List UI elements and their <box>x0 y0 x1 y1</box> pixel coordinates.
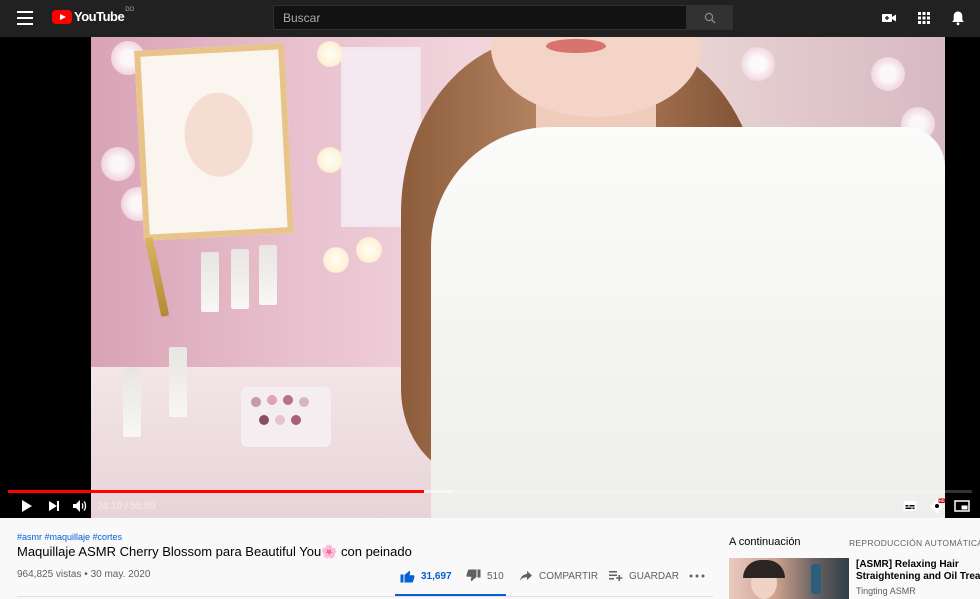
light-bulb <box>323 247 349 273</box>
eyeshadow-palette <box>241 387 331 447</box>
create-video-icon[interactable] <box>880 9 898 27</box>
poster-face <box>182 91 255 179</box>
perfume-bottle <box>231 249 249 309</box>
thumbnail-bottle <box>811 564 821 594</box>
search-input[interactable] <box>273 5 687 30</box>
share-label: COMPARTIR <box>539 570 599 582</box>
search-bar <box>273 5 733 30</box>
perfume-bottle <box>259 245 277 305</box>
recommendation-title-line: Straightening and Oil Treatment <box>856 571 980 582</box>
settings-icon[interactable]: HD <box>927 497 947 515</box>
search-button[interactable] <box>687 5 733 30</box>
thumbs-down-icon <box>466 569 481 581</box>
perfume-bottle <box>201 252 219 312</box>
divider <box>17 596 713 597</box>
meta-separator: • <box>84 569 88 580</box>
autoplay-label: REPRODUCCIÓN AUTOMÁTICA <box>849 538 980 548</box>
person-blouse <box>431 127 945 518</box>
save-label: GUARDAR <box>629 570 680 582</box>
search-icon <box>704 12 716 23</box>
menu-icon[interactable] <box>17 11 33 25</box>
subtitles-icon[interactable] <box>901 497 919 515</box>
play-icon[interactable] <box>17 497 35 515</box>
next-icon[interactable] <box>45 497 63 515</box>
more-icon <box>689 574 705 578</box>
upload-date: 30 may. 2020 <box>90 569 151 580</box>
blossom-decoration <box>101 147 135 181</box>
view-count: 964,825 vistas <box>17 569 82 580</box>
light-bulb <box>356 237 382 263</box>
recommendation-channel[interactable]: Tingting ASMR <box>856 586 916 596</box>
up-next-heading: A continuación <box>729 536 801 548</box>
youtube-play-icon <box>52 9 72 24</box>
light-bulb <box>317 147 343 173</box>
like-count: 31,697 <box>421 570 452 582</box>
dislike-count: 510 <box>487 570 504 582</box>
blossom-decoration <box>871 57 905 91</box>
apps-grid-icon[interactable] <box>915 9 933 27</box>
recommendation-thumbnail[interactable] <box>729 558 849 599</box>
time-display: 24:10 / 55:59 <box>97 501 156 512</box>
share-icon <box>520 571 532 581</box>
blossom-decoration <box>741 47 775 81</box>
thumbs-up-icon <box>400 571 415 583</box>
hd-badge: HD <box>939 499 945 503</box>
logo-text: YouTube <box>74 9 125 24</box>
video-meta: 964,825 vistas • 30 may. 2020 <box>17 569 150 580</box>
video-player[interactable]: 24:10 / 55:59 HD <box>0 37 980 518</box>
thumbnail-hair <box>743 560 785 578</box>
video-title: Maquillaje ASMR Cherry Blossom para Beau… <box>17 544 412 559</box>
volume-icon[interactable] <box>70 497 90 515</box>
player-controls: 24:10 / 55:59 HD <box>0 493 980 518</box>
video-info: #asmr #maquillaje #cortes Maquillaje ASM… <box>0 518 980 599</box>
youtube-logo[interactable]: YouTube DO <box>52 7 135 24</box>
top-bar: YouTube DO <box>0 0 980 37</box>
video-frame[interactable] <box>91 37 945 518</box>
miniplayer-icon[interactable] <box>953 497 971 515</box>
save-button[interactable]: GUARDAR <box>609 568 679 584</box>
add-to-playlist-icon <box>609 571 623 581</box>
lipstick <box>123 367 141 437</box>
bell-icon[interactable] <box>949 9 967 27</box>
dislike-button[interactable]: 510 <box>466 568 504 584</box>
logo-region: DO <box>125 7 135 13</box>
share-button[interactable]: COMPARTIR <box>519 568 598 584</box>
recommendation-title-line: [ASMR] Relaxing Hair <box>856 559 959 570</box>
more-actions-button[interactable] <box>689 568 711 584</box>
lipstick <box>169 347 187 417</box>
like-button[interactable]: 31,697 <box>400 568 452 584</box>
hashtags-link[interactable]: #asmr #maquillaje #cortes <box>17 532 122 542</box>
person-lips <box>546 39 606 53</box>
recommendation-title[interactable]: [ASMR] Relaxing Hair Straightening and O… <box>856 559 980 583</box>
lip-gloss-tube <box>144 237 170 317</box>
poster-frame <box>134 43 294 241</box>
light-bulb <box>317 41 343 67</box>
